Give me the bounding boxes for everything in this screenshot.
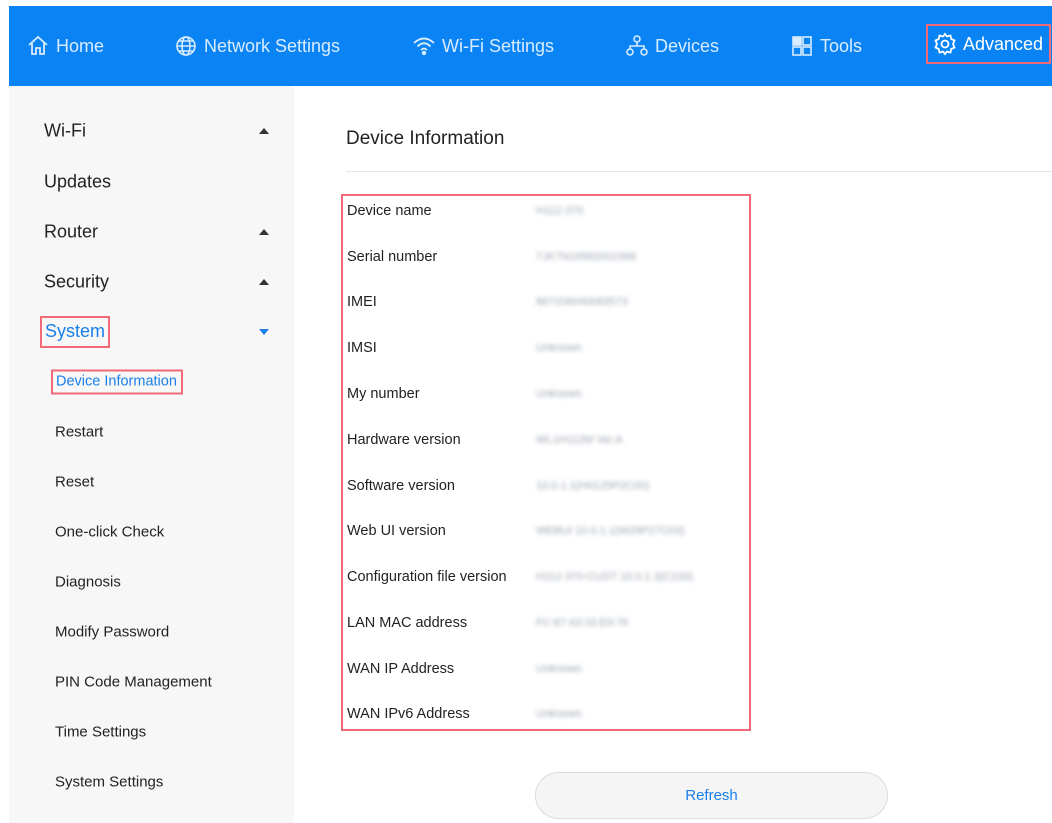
sidebar: Wi-Fi Updates Router Security System Dev… [9,86,294,823]
info-value: Unknown [536,342,582,354]
info-value: H112-370 [536,205,584,217]
info-value: Unknown [536,708,582,720]
info-row-web-ui-version: Web UI version WEBUI 10.0.1.1(W29P27C03) [343,516,749,546]
info-value: Unknown [536,388,582,400]
caret-down-icon [259,329,269,335]
sidebar-item-security[interactable]: Security [9,262,294,302]
caret-up-icon [259,279,269,285]
info-label: Hardware version [347,432,461,448]
sidebar-subitem-modify-password[interactable]: Modify Password [9,614,294,650]
info-value: 7JK7N19582001566 [536,251,637,263]
info-label: LAN MAC address [347,615,468,631]
info-label: Serial number [347,249,438,265]
nav-network-settings-label: Network Settings [204,35,341,56]
nav-tools[interactable]: Tools [790,6,862,86]
info-row-software-version: Software version 10.0.1.1(H0125P2C00) [343,471,749,501]
info-label: WAN IPv6 Address [347,706,470,722]
nav-devices-label: Devices [655,35,720,56]
info-row-config-file-version: Configuration file version H112-370-CUST… [343,562,749,592]
sidebar-subitem-label: PIN Code Management [55,673,212,691]
info-label: Configuration file version [347,569,507,585]
info-value: Unknown [536,663,582,675]
sidebar-subitem-pin-code-management[interactable]: PIN Code Management [9,664,294,700]
sidebar-item-label: Updates [44,171,112,192]
sidebar-subitem-device-information[interactable]: Device Information [9,364,294,400]
sidebar-item-label: Wi-Fi [44,120,86,141]
sidebar-subitem-label: Reset [55,473,95,491]
sidebar-subitem-label: One-click Check [55,523,165,541]
sidebar-subitem-label: Restart [55,423,104,441]
info-value: 867206040083573 [536,296,628,308]
sidebar-subitem-reset[interactable]: Reset [9,464,294,500]
page-title: Device Information [346,128,505,149]
wifi-icon [412,34,436,58]
sidebar-subitem-system-settings[interactable]: System Settings [9,764,294,800]
sidebar-item-label: Security [44,271,110,292]
info-label: WAN IP Address [347,661,455,677]
sidebar-item-router[interactable]: Router [9,212,294,252]
info-row-wan-ip-address: WAN IP Address Unknown [343,654,749,684]
gear-icon [933,32,957,56]
refresh-button[interactable]: Refresh [535,772,888,819]
nav-wifi-settings[interactable]: Wi-Fi Settings [412,6,554,86]
sidebar-item-updates[interactable]: Updates [9,162,294,202]
caret-up-icon [259,229,269,235]
info-label: IMEI [347,294,377,310]
info-row-imsi: IMSI Unknown [343,333,749,363]
sidebar-subitem-label: System Settings [55,773,164,791]
info-row-serial-number: Serial number 7JK7N19582001566 [343,242,749,272]
home-icon [26,34,50,58]
info-label: Web UI version [347,523,446,539]
sidebar-subitem-one-click-check[interactable]: One-click Check [9,514,294,550]
caret-up-icon [259,128,269,134]
sidebar-item-label: Router [44,221,99,242]
info-value: WL1H112M Ver.A [536,434,623,446]
info-row-device-name: Device name H112-370 [343,196,749,226]
devices-icon [625,34,649,58]
info-row-hardware-version: Hardware version WL1H112M Ver.A [343,425,749,455]
info-row-imei: IMEI 867206040083573 [343,287,749,317]
sidebar-subitem-label: Modify Password [55,623,170,641]
info-value: 10.0.1.1(H0125P2C00) [536,480,650,492]
sidebar-subitem-label: Diagnosis [55,573,121,591]
nav-wifi-settings-label: Wi-Fi Settings [442,35,555,56]
divider [346,171,1052,172]
nav-network-settings[interactable]: Network Settings [174,6,340,86]
sidebar-subitem-restart[interactable]: Restart [9,414,294,450]
sidebar-subitem-label: Time Settings [55,723,147,741]
nav-devices[interactable]: Devices [625,6,719,86]
info-row-lan-mac-address: LAN MAC address FC:87:43:33:E9:76 [343,608,749,638]
info-value: WEBUI 10.0.1.1(W29P27C03) [536,525,685,537]
top-navigation-bar: Home Network Settings Wi-Fi Settings Dev… [9,6,1052,86]
nav-home-label: Home [56,35,105,56]
sidebar-subitem-time-settings[interactable]: Time Settings [9,714,294,750]
nav-advanced-label: Advanced [963,33,1044,54]
globe-icon [174,34,198,58]
sidebar-item-label: System [40,316,111,348]
info-label: IMSI [347,340,377,356]
info-label: Device name [347,203,432,219]
info-value: H112-370-CUST 10.0.1.3(C233) [536,571,694,583]
info-value: FC:87:43:33:E9:76 [536,617,629,629]
device-info-table: Device name H112-370 Serial number 7JK7N… [341,194,751,731]
nav-advanced[interactable]: Advanced [926,24,1052,64]
sidebar-subitem-diagnosis[interactable]: Diagnosis [9,564,294,600]
info-row-my-number: My number Unknown [343,379,749,409]
sidebar-subitem-label: Device Information [51,369,183,395]
info-row-wan-ipv6-address: WAN IPv6 Address Unknown [343,699,749,729]
info-label: Software version [347,478,455,494]
sidebar-item-system[interactable]: System [9,312,294,352]
nav-tools-label: Tools [820,35,863,56]
nav-home[interactable]: Home [26,6,104,86]
info-label: My number [347,386,420,402]
sidebar-item-wifi[interactable]: Wi-Fi [9,111,294,151]
tools-icon [790,34,814,58]
